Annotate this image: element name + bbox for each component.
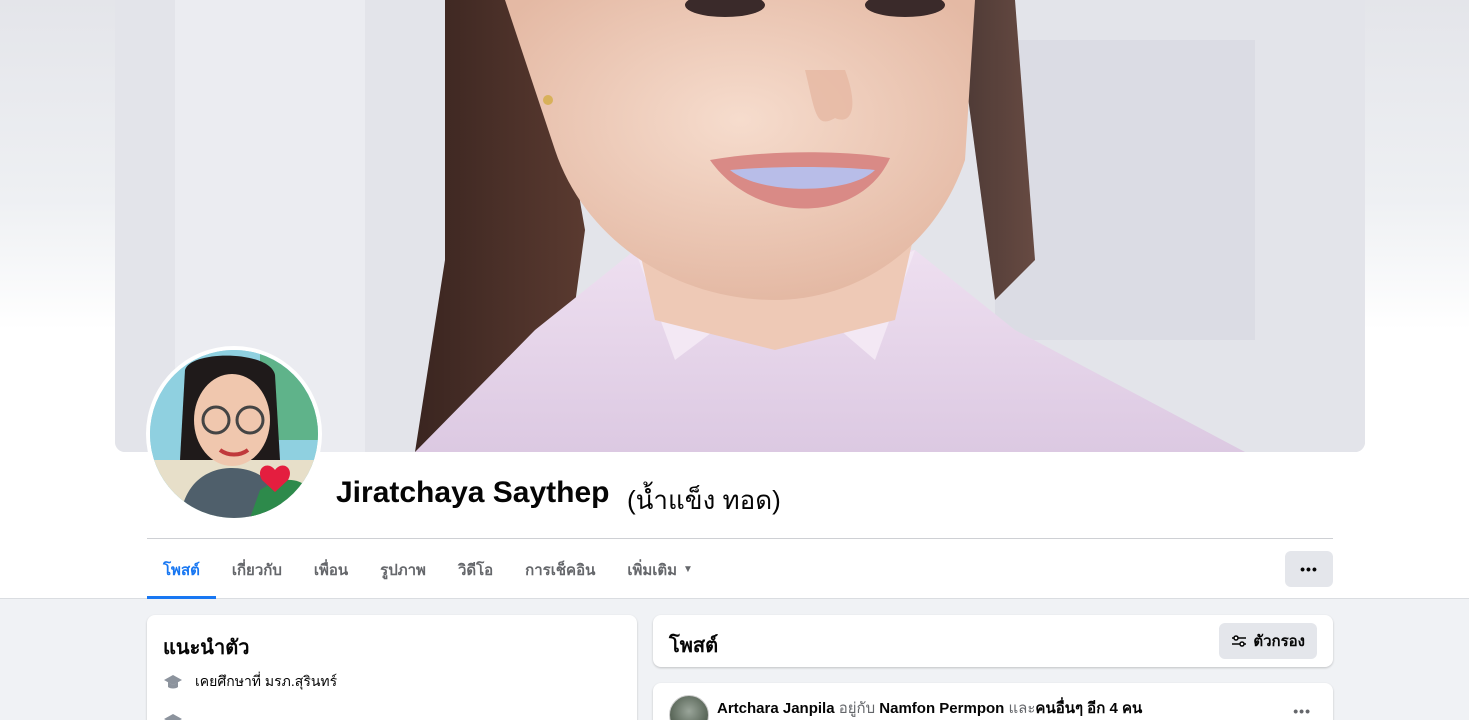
filter-button[interactable]: ตัวกรอง [1219,623,1317,659]
profile-picture[interactable] [150,350,318,518]
intro-item-education: เคยศึกษาที่ มรภ.สุรินทร์ [163,671,337,693]
tab-more[interactable]: เพิ่มเติม ▼ [611,540,709,599]
tab-label: เพื่อน [313,561,349,579]
tab-label: วิดีโอ [457,561,494,579]
post-others-link[interactable]: คนอื่นๆ อีก 4 คน [1035,700,1142,717]
profile-tabs: โพสต์ เกี่ยวกับ เพื่อน รูปภาพ วิดีโอ การ… [147,540,709,599]
posts-header-card: โพสต์ ตัวกรอง [653,615,1333,667]
graduation-cap-icon [163,672,183,692]
tab-label: การเช็คอิน [525,561,596,579]
tab-posts[interactable]: โพสต์ [147,540,216,599]
tab-checkins[interactable]: การเช็คอิน [509,540,611,599]
tabs-divider [147,538,1333,539]
tab-label: รูปภาพ [380,561,426,579]
intro-item-text: เคยศึกษาที่ มรภ.สุรินทร์ [195,673,338,689]
intro-card: แนะนำตัว เคยศึกษาที่ มรภ.สุรินทร์ [147,615,637,720]
profile-alternate-name: (น้ำแข็ง ทอด) [627,485,781,515]
profile-picture-frame[interactable] [146,346,322,522]
post-author-link[interactable]: Artchara Janpila [717,700,835,717]
tab-about[interactable]: เกี่ยวกับ [216,540,298,599]
tab-friends[interactable]: เพื่อน [298,540,364,599]
profile-more-button[interactable]: ••• [1285,551,1333,587]
post-card: Artchara Janpila อยู่กับ Namfon Permpon … [653,683,1333,720]
graduation-cap-icon [163,711,183,720]
sliders-icon [1231,633,1247,649]
post-and-text: และ [1008,700,1036,717]
tab-label: เกี่ยวกับ [231,561,282,579]
post-tagged-link[interactable]: Namfon Permpon [879,700,1004,717]
filter-button-label: ตัวกรอง [1253,633,1305,650]
tab-photos[interactable]: รูปภาพ [364,540,442,599]
post-author-avatar[interactable] [669,695,709,720]
tab-videos[interactable]: วิดีโอ [442,540,509,599]
post-header: Artchara Janpila อยู่กับ Namfon Permpon … [717,696,1142,720]
post-with-text: อยู่กับ [838,700,876,717]
intro-title: แนะนำตัว [163,637,250,659]
caret-down-icon: ▼ [683,564,693,575]
posts-title: โพสต์ [669,635,719,657]
post-more-button[interactable]: ••• [1293,703,1311,719]
intro-item-partial [163,711,195,720]
profile-name: Jiratchaya Saythep [336,476,610,509]
tab-label: โพสต์ [163,561,200,579]
profile-picture-image [150,350,318,518]
tab-label: เพิ่มเติม [627,561,678,579]
